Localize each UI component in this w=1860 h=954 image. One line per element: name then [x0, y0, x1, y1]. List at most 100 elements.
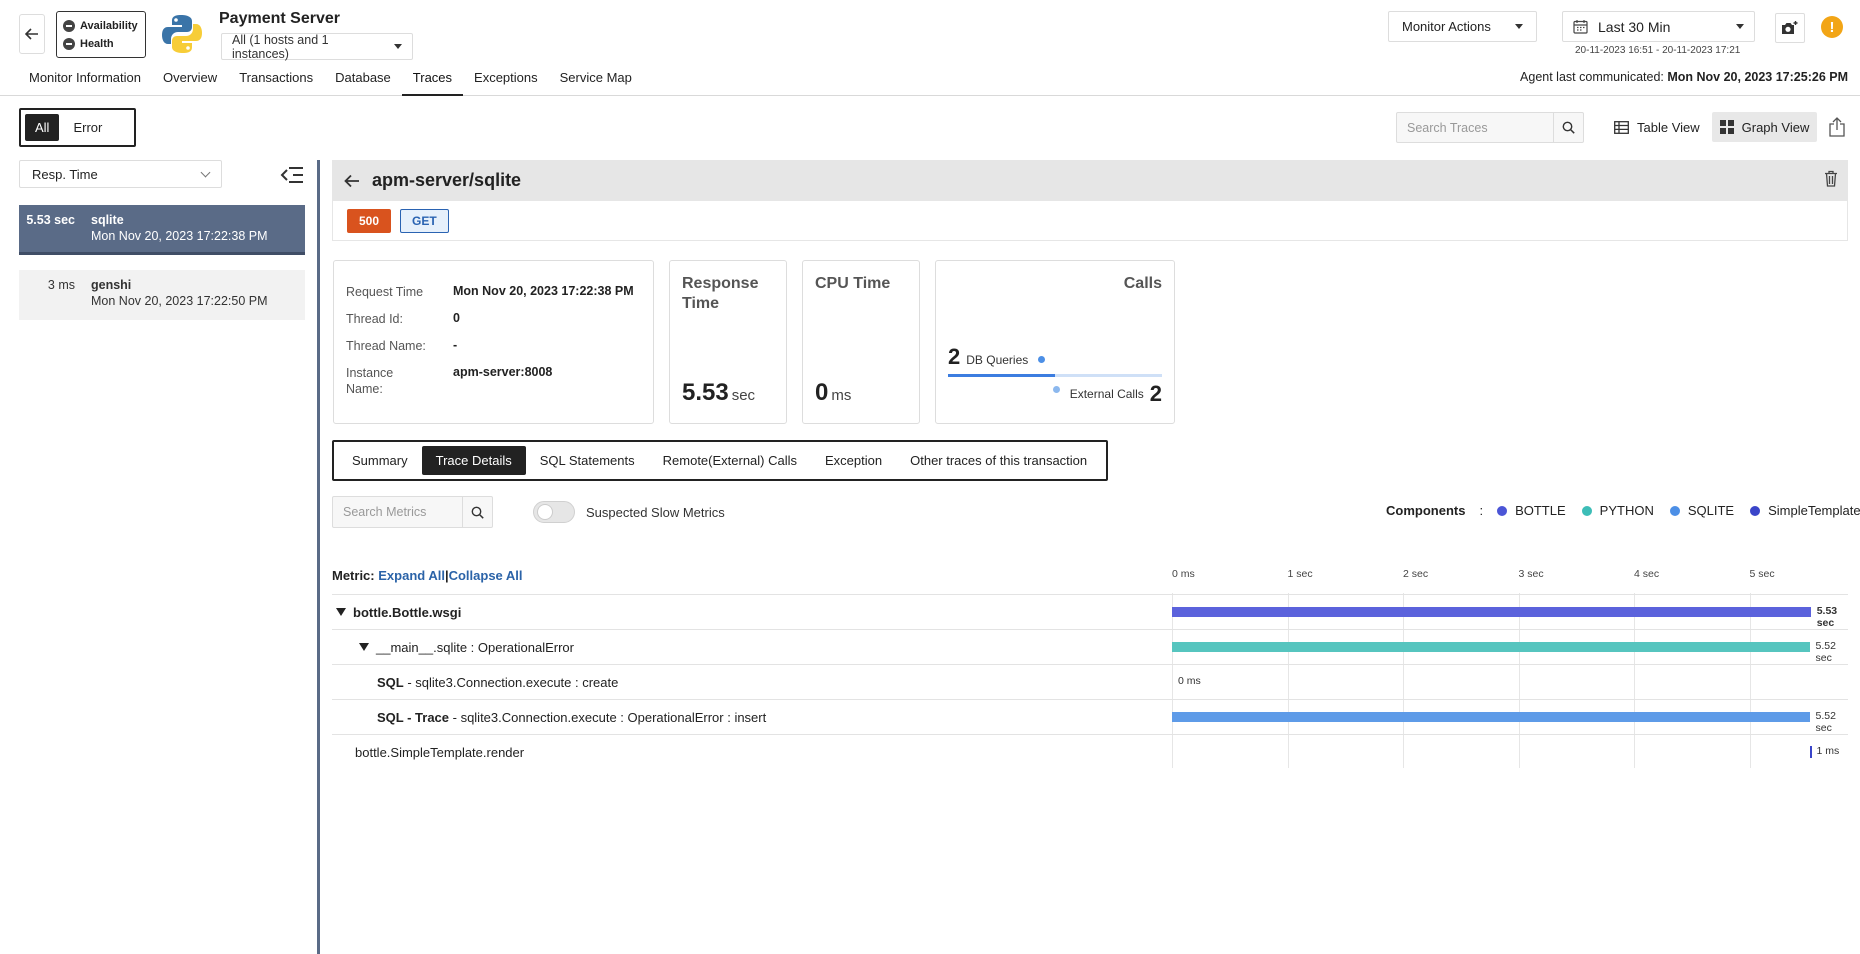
metric-name: __main__.sqlite : OperationalError: [376, 640, 574, 655]
external-calls-count: 2: [1149, 381, 1162, 406]
components-label: Components: [1386, 503, 1466, 518]
tab-exception[interactable]: Exception: [811, 446, 896, 475]
trace-item-sqlite[interactable]: 5.53 sec sqlite Mon Nov 20, 2023 17:22:3…: [19, 205, 305, 255]
tab-overview[interactable]: Overview: [152, 66, 228, 96]
tab-monitor-information[interactable]: Monitor Information: [18, 66, 152, 96]
metric-row[interactable]: SQL - sqlite3.Connection.execute : creat…: [332, 665, 1848, 700]
filter-error[interactable]: Error: [63, 114, 112, 141]
arrow-left-icon[interactable]: [344, 174, 360, 188]
share-icon: [1829, 117, 1845, 137]
legend-simpletemplate: SimpleTemplate: [1750, 503, 1860, 518]
host-selector[interactable]: All (1 hosts and 1 instances): [221, 32, 413, 61]
trace-item-genshi[interactable]: 3 ms genshi Mon Nov 20, 2023 17:22:50 PM: [19, 270, 305, 320]
share-button[interactable]: [1828, 117, 1850, 139]
warning-icon[interactable]: !: [1821, 16, 1843, 38]
grid-icon: [1719, 120, 1734, 134]
request-time-value: Mon Nov 20, 2023 17:22:38 PM: [453, 284, 634, 298]
tab-traces[interactable]: Traces: [401, 66, 464, 96]
response-time-unit: sec: [731, 387, 756, 404]
legend-bottle: BOTTLE: [1497, 503, 1566, 518]
tab-transactions[interactable]: Transactions: [228, 66, 324, 96]
search-traces-input[interactable]: Search Traces: [1397, 121, 1553, 135]
status-box[interactable]: Availability Health: [56, 11, 146, 58]
tab-summary[interactable]: Summary: [338, 446, 422, 475]
snapshot-button[interactable]: [1775, 13, 1805, 43]
caret-down-icon: [394, 44, 402, 49]
metric-value: 0 ms: [1178, 675, 1201, 687]
search-metrics-button[interactable]: [462, 497, 492, 527]
table-view-label: Table View: [1637, 119, 1700, 135]
detail-tabs: Summary Trace Details SQL Statements Rem…: [332, 440, 1108, 481]
detail-header: apm-server/sqlite: [332, 160, 1848, 201]
graph-view-button[interactable]: Graph View: [1711, 112, 1818, 142]
metric-row-label: bottle.Bottle.wsgi: [336, 605, 461, 620]
panel-divider[interactable]: [317, 160, 320, 954]
filter-all[interactable]: All: [25, 114, 60, 141]
tab-other-traces[interactable]: Other traces of this transaction: [896, 446, 1101, 475]
metric-name: - sqlite3.Connection.execute : Operation…: [449, 710, 767, 725]
time-range: 20-11-2023 16:51 - 20-11-2023 17:21: [1575, 45, 1741, 56]
metric-header: Metric: Expand All|Collapse All: [332, 568, 523, 583]
response-time-number: 5.53: [682, 379, 729, 406]
search-button[interactable]: [1553, 113, 1583, 142]
tab-remote-calls[interactable]: Remote(External) Calls: [649, 446, 811, 475]
db-queries-label: DB Queries: [966, 352, 1029, 367]
metric-row[interactable]: bottle.SimpleTemplate.render 1 ms: [332, 735, 1848, 770]
metric-row[interactable]: bottle.Bottle.wsgi 5.53 sec: [332, 595, 1848, 630]
chevron-down-icon: [200, 167, 211, 177]
tab-trace-details[interactable]: Trace Details: [421, 446, 526, 475]
metric-bar: [1172, 642, 1810, 652]
instance-name-value: apm-server:8008: [453, 365, 553, 379]
trace-filter-toggle: All Error: [19, 108, 136, 147]
thread-name-value: -: [453, 338, 458, 352]
triangle-down-icon[interactable]: [336, 608, 346, 616]
tab-database[interactable]: Database: [324, 66, 402, 96]
axis-tick: 2 sec: [1403, 568, 1429, 580]
metric-row[interactable]: SQL - Trace - sqlite3.Connection.execute…: [332, 700, 1848, 735]
tab-sql-statements[interactable]: SQL Statements: [526, 446, 649, 475]
python-logo-icon: [160, 12, 204, 56]
sort-selector[interactable]: Resp. Time: [19, 160, 222, 188]
cpu-time-label: CPU Time: [815, 275, 891, 292]
cpu-time-value: 0 ms: [815, 379, 851, 407]
trace-date: Mon Nov 20, 2023 17:22:38 PM: [91, 229, 268, 243]
calls-card: Calls 2 DB Queries External Calls 2: [935, 260, 1175, 424]
search-metrics-input[interactable]: Search Metrics: [333, 505, 462, 519]
metric-value: 1 ms: [1816, 745, 1840, 757]
search-traces: Search Traces: [1396, 112, 1584, 143]
triangle-down-icon[interactable]: [359, 643, 369, 651]
legend-label: BOTTLE: [1515, 503, 1566, 518]
tab-exceptions[interactable]: Exceptions: [463, 66, 549, 96]
table-view-button[interactable]: Table View: [1606, 112, 1708, 142]
monitor-actions-dropdown[interactable]: Monitor Actions: [1388, 11, 1537, 42]
suspected-slow-toggle[interactable]: [533, 501, 575, 523]
collapse-all-link[interactable]: Collapse All: [449, 568, 523, 583]
components-legend: Components : BOTTLE PYTHON SQLITE Simple…: [1386, 503, 1860, 518]
legend-label: SimpleTemplate: [1768, 503, 1860, 518]
main-nav: Monitor Information Overview Transaction…: [18, 66, 643, 96]
collapse-panel-button[interactable]: [280, 165, 304, 185]
metric-row-label: __main__.sqlite : OperationalError: [359, 640, 574, 655]
tab-service-map[interactable]: Service Map: [549, 66, 643, 96]
cpu-time-card: CPU Time 0 ms: [802, 260, 920, 424]
external-calls-dot: [1052, 385, 1060, 393]
minus-circle-icon: [63, 20, 75, 32]
response-time-card: Response Time 5.53 sec: [669, 260, 787, 424]
minus-circle-icon: [63, 38, 75, 50]
legend-dot: [1581, 505, 1592, 516]
metric-row[interactable]: __main__.sqlite : OperationalError 5.52 …: [332, 630, 1848, 665]
expand-all-link[interactable]: Expand All: [378, 568, 445, 583]
status-badges: 500 GET: [332, 201, 1848, 241]
trace-name: genshi: [91, 278, 132, 292]
host-selector-label: All (1 hosts and 1 instances): [232, 32, 329, 61]
metric-value: 5.52 sec: [1815, 640, 1836, 664]
request-info-card: Request Time Mon Nov 20, 2023 17:22:38 P…: [333, 260, 654, 424]
back-button[interactable]: [19, 14, 45, 54]
db-queries-count: 2: [948, 344, 961, 369]
metric-prefix: SQL - Trace: [377, 710, 450, 725]
response-time-label: Response Time: [682, 275, 759, 312]
legend-label: PYTHON: [1599, 503, 1654, 518]
trash-icon[interactable]: [1824, 170, 1838, 187]
time-selector[interactable]: Last 30 Min: [1562, 11, 1755, 42]
metric-bar: [1809, 746, 1812, 758]
